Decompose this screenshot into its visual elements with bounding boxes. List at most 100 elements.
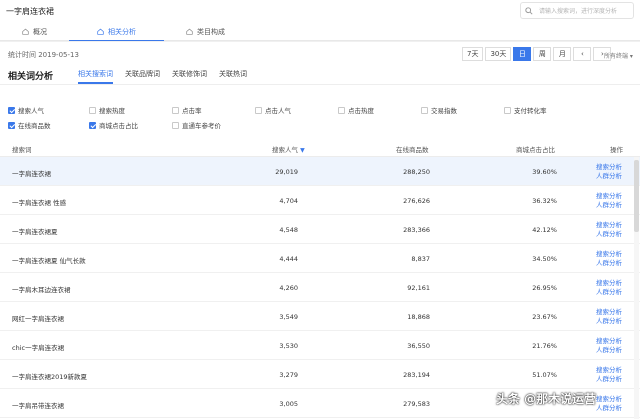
- crowd-analysis-link[interactable]: 人群分析: [596, 172, 622, 181]
- metric-checkbox[interactable]: 支付转化率: [504, 105, 547, 115]
- cell-online: 36,550: [407, 342, 430, 350]
- period-7d[interactable]: 7天: [462, 47, 484, 61]
- crowd-analysis-link[interactable]: 人群分析: [596, 230, 622, 239]
- table-row: 网红一字肩连衣裙 3,549 18,868 23.67% 搜索分析 人群分析: [0, 302, 640, 331]
- metric-checkbox[interactable]: 搜索人气: [8, 105, 44, 115]
- search-analysis-link[interactable]: 搜索分析: [596, 192, 622, 201]
- metric-checkbox[interactable]: 商城点击占比: [89, 120, 138, 130]
- cell-popularity: 29,019: [275, 168, 298, 176]
- tab-related-analysis[interactable]: 相关分析: [69, 22, 164, 42]
- crowd-analysis-link[interactable]: 人群分析: [596, 375, 622, 384]
- cell-mall-ratio: 42.12%: [532, 226, 557, 234]
- checkbox-icon: [8, 121, 15, 129]
- cell-online: 288,250: [403, 168, 430, 176]
- subtab-modifier[interactable]: 关联修饰词: [172, 69, 207, 84]
- cell-keyword: 一字肩连衣裙 性感: [12, 199, 67, 207]
- prev-date-button[interactable]: ‹: [573, 47, 592, 61]
- cell-keyword: 一字肩木耳边连衣裙: [12, 286, 71, 294]
- search-analysis-link[interactable]: 搜索分析: [596, 250, 622, 259]
- col-online[interactable]: 在线商品数: [396, 144, 429, 154]
- cell-mall-ratio: 39.60%: [532, 168, 557, 176]
- cell-keyword: 一字肩吊带连衣裙: [12, 402, 64, 410]
- cell-popularity: 3,530: [279, 342, 298, 350]
- crowd-analysis-link[interactable]: 人群分析: [596, 346, 622, 355]
- divider: [0, 41, 640, 42]
- cell-keyword: 一字肩连衣裙: [12, 170, 51, 178]
- cell-keyword: 一字肩连衣裙夏 仙气长款: [12, 257, 86, 265]
- checkbox-icon: [172, 121, 179, 129]
- search-analysis-link[interactable]: 搜索分析: [596, 395, 622, 404]
- col-popularity[interactable]: 搜索人气 ▼: [272, 144, 305, 154]
- cell-online: 8,837: [411, 255, 430, 263]
- cell-popularity: 4,548: [279, 226, 298, 234]
- cell-online: 283,194: [403, 371, 430, 379]
- search-analysis-link[interactable]: 搜索分析: [596, 366, 622, 375]
- crowd-analysis-link[interactable]: 人群分析: [596, 259, 622, 268]
- search-analysis-link[interactable]: 搜索分析: [596, 308, 622, 317]
- checkbox-icon: [338, 106, 345, 114]
- period-month[interactable]: 月: [553, 47, 572, 61]
- table-row: 一字肩木耳边连衣裙 4,260 92,161 26.95% 搜索分析 人群分析: [0, 273, 640, 302]
- cell-mall-ratio: 23.67%: [532, 313, 557, 321]
- tab-label: 类目构成: [197, 27, 225, 36]
- col-mall-ratio[interactable]: 商城点击占比: [516, 144, 555, 154]
- house-icon: [22, 28, 29, 35]
- crowd-analysis-link[interactable]: 人群分析: [596, 404, 622, 413]
- row-actions: 搜索分析 人群分析: [596, 221, 622, 239]
- sort-desc-icon: ▼: [300, 147, 305, 154]
- table-row: 一字肩连衣裙夏 4,548 283,366 42.12% 搜索分析 人群分析: [0, 215, 640, 244]
- scrollbar-thumb[interactable]: [634, 160, 639, 232]
- section-title: 相关词分析: [8, 72, 54, 82]
- crowd-analysis-link[interactable]: 人群分析: [596, 317, 622, 326]
- terminal-dropdown[interactable]: 所有终端 ▾: [604, 51, 633, 60]
- checkbox-icon: [255, 106, 262, 114]
- metric-checkbox[interactable]: 直通车参考价: [172, 120, 221, 130]
- row-actions: 搜索分析 人群分析: [596, 250, 622, 268]
- checkbox-icon: [89, 121, 96, 129]
- page-title: 一字肩连衣裙: [6, 7, 54, 16]
- checkbox-icon: [172, 106, 179, 114]
- cell-keyword: chic一字肩连衣裙: [12, 344, 65, 352]
- search-analysis-link[interactable]: 搜索分析: [596, 163, 622, 172]
- period-selector: 7天 30天 日 周 月 ‹ ›: [462, 47, 613, 61]
- crowd-analysis-link[interactable]: 人群分析: [596, 201, 622, 210]
- metric-checkbox[interactable]: 点击率: [172, 105, 202, 115]
- subtab-hot[interactable]: 关联热词: [219, 69, 247, 84]
- search-input[interactable]: 请输入搜索词，进行深度分析: [520, 2, 634, 19]
- watermark: 头条 @那木说运营: [496, 392, 597, 406]
- row-actions: 搜索分析 人群分析: [596, 395, 622, 413]
- period-day[interactable]: 日: [513, 47, 532, 61]
- col-keyword: 搜索词: [12, 146, 32, 154]
- checkbox-icon: [421, 106, 428, 114]
- row-actions: 搜索分析 人群分析: [596, 308, 622, 326]
- checkbox-icon: [504, 106, 511, 114]
- cell-popularity: 3,279: [279, 371, 298, 379]
- period-30d[interactable]: 30天: [485, 47, 512, 61]
- subtab-brand[interactable]: 关联品牌词: [125, 69, 160, 84]
- period-week[interactable]: 周: [533, 47, 552, 61]
- metric-checkbox[interactable]: 点击人气: [255, 105, 291, 115]
- search-icon: [525, 6, 533, 15]
- cell-mall-ratio: 21.76%: [532, 342, 557, 350]
- row-actions: 搜索分析 人群分析: [596, 163, 622, 181]
- search-analysis-link[interactable]: 搜索分析: [596, 279, 622, 288]
- metric-checkbox[interactable]: 搜索热度: [89, 105, 125, 115]
- subtab-related-search[interactable]: 相关搜索词: [78, 69, 113, 84]
- cell-online: 283,366: [403, 226, 430, 234]
- table-row: chic一字肩连衣裙 3,530 36,550 21.76% 搜索分析 人群分析: [0, 331, 640, 360]
- table-row: 一字肩连衣裙 性感 4,704 276,626 36.32% 搜索分析 人群分析: [0, 186, 640, 215]
- col-ops: 操作: [610, 146, 623, 154]
- tab-overview[interactable]: 概况: [22, 22, 47, 41]
- row-actions: 搜索分析 人群分析: [596, 366, 622, 384]
- metric-checkbox[interactable]: 交易指数: [421, 105, 457, 115]
- metric-checkbox[interactable]: 在线商品数: [8, 120, 51, 130]
- tab-category[interactable]: 类目构成: [186, 22, 225, 41]
- metric-checkbox[interactable]: 点击热度: [338, 105, 374, 115]
- search-analysis-link[interactable]: 搜索分析: [596, 337, 622, 346]
- cell-mall-ratio: 26.95%: [532, 284, 557, 292]
- cell-online: 18,868: [407, 313, 430, 321]
- cell-keyword: 网红一字肩连衣裙: [12, 315, 64, 323]
- search-analysis-link[interactable]: 搜索分析: [596, 221, 622, 230]
- cell-online: 279,583: [403, 400, 430, 408]
- crowd-analysis-link[interactable]: 人群分析: [596, 288, 622, 297]
